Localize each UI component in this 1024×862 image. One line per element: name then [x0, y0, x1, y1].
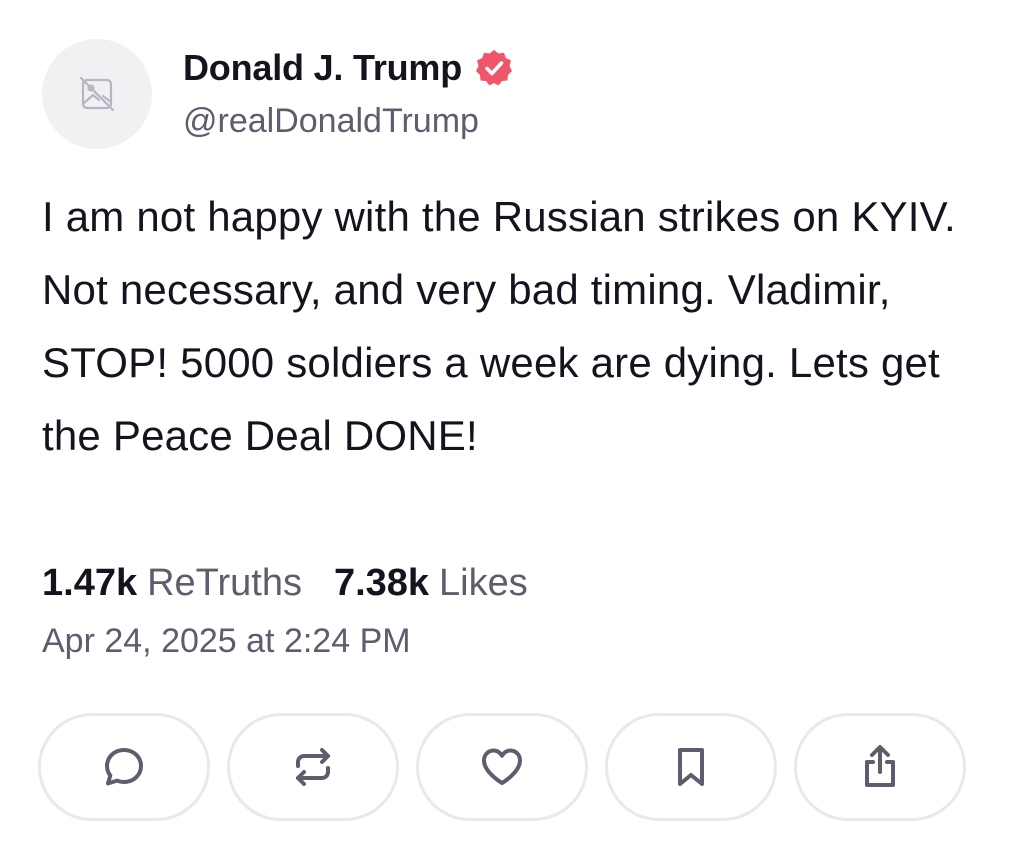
- bookmark-icon: [678, 748, 704, 786]
- share-icon: [865, 745, 895, 787]
- author-handle[interactable]: @realDonaldTrump: [183, 102, 479, 141]
- retruth-button[interactable]: [227, 713, 399, 821]
- reply-button[interactable]: [38, 713, 210, 821]
- share-button[interactable]: [794, 713, 966, 821]
- post-text: I am not happy with the Russian strikes …: [42, 193, 956, 459]
- likes-label: Likes: [439, 562, 528, 604]
- likes-count: 7.38k: [333, 562, 430, 604]
- retruths-count: 1.47k: [42, 562, 138, 604]
- retruths-label: ReTruths: [147, 562, 302, 604]
- likes-stat[interactable]: 7.38k Likes: [334, 562, 528, 605]
- comment-icon: [105, 748, 143, 786]
- repost-icon: [296, 748, 330, 786]
- post-stats: 1.47k ReTruths 7.38k Likes: [42, 562, 528, 605]
- bookmark-button[interactable]: [605, 713, 777, 821]
- author-name-row: Donald J. Trump: [183, 44, 514, 92]
- retruths-stat[interactable]: 1.47k ReTruths: [42, 562, 302, 605]
- verified-badge-icon: [476, 50, 513, 86]
- broken-image-icon: [79, 76, 115, 112]
- truth-post: Donald J. Trump @realDonaldTrump I am no…: [0, 0, 1024, 862]
- like-button[interactable]: [416, 713, 588, 821]
- heart-icon: [482, 748, 522, 785]
- avatar[interactable]: [42, 39, 152, 149]
- action-bar: [38, 713, 966, 821]
- author-display-name[interactable]: Donald J. Trump: [183, 47, 462, 89]
- post-timestamp: Apr 24, 2025 at 2:24 PM: [42, 622, 411, 660]
